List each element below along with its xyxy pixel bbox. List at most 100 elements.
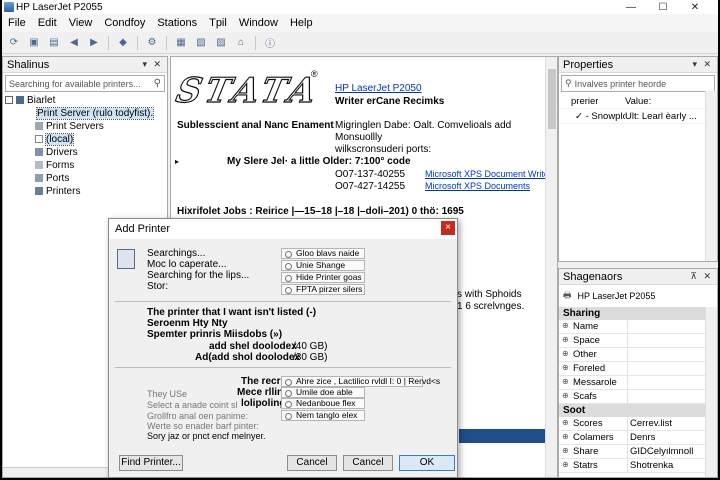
tree-root[interactable]: Biarlet [5,94,167,107]
tree-item-local[interactable]: (local) [5,133,167,146]
tree-item-label: Print Server (rulo todyfist). [35,107,155,120]
settings-icon[interactable]: ⚙ [145,36,159,50]
menu-help[interactable]: Help [284,17,319,29]
search-option-4[interactable]: FPTA pirzer silers [281,284,365,295]
prop-row[interactable]: Foreled [559,362,717,376]
tree-item-label: Ports [46,173,70,184]
copy-icon[interactable]: ▧ [194,36,208,50]
scrollbar-thumb[interactable] [548,69,556,129]
tree-item-label: Printers [46,186,81,197]
ok-button[interactable]: OK [399,455,455,471]
minimize-button[interactable]: — [616,0,646,14]
tree-item-ports[interactable]: Ports [5,172,167,185]
tree-item-print-server[interactable]: Print Server (rulo todyfist). [5,107,167,120]
dialog-title-bar: Add Printer × [109,219,457,239]
pin-icon[interactable]: ▾ ✕ [692,59,713,70]
menu-config[interactable]: Condfoy [98,17,151,29]
toolbar-separator [255,35,256,50]
product-link[interactable]: HP LaserJet P2050 [335,83,422,94]
xps-documents-link[interactable]: Microsoft XPS Documents [425,181,530,191]
form-icon [35,161,43,169]
menu-window[interactable]: Window [233,17,284,29]
tree-item-printers[interactable]: Printers [5,185,167,198]
pin-icon[interactable]: ⊼ ✕ [690,271,713,282]
properties-scrollbar[interactable] [705,91,717,261]
search-option-2[interactable]: Unie Shange [281,260,365,271]
diamond-icon[interactable]: ◆ [116,36,130,50]
group-label: Sharing [563,308,601,319]
xps-writer-link[interactable]: Microsoft XPS Document Writer [425,169,552,179]
disk1-value: /40 GB) [293,341,328,352]
vertical-scrollbar[interactable] [545,57,557,477]
not-listed-link[interactable]: The printer that I want isn't listed (-) [147,307,316,318]
forward-icon[interactable]: ▶ [87,36,101,50]
back-icon[interactable]: ◀ [67,36,81,50]
cancel-button-2[interactable]: Cancel [343,455,393,471]
tree-item-drivers[interactable]: Drivers [5,146,167,159]
pin-icon[interactable]: ▾ ✕ [142,59,163,70]
menu-view[interactable]: View [63,17,99,29]
dialog-close-button[interactable]: × [441,221,455,235]
tree-root-label: Biarlet [27,95,56,106]
prop-row[interactable]: ShareGIDCelyılmnoll [559,445,717,459]
prop-key: Scafs [559,391,627,402]
prop-row[interactable]: ScoresCerrev.list [559,417,717,431]
tree-item-forms[interactable]: Forms [5,159,167,172]
tree-item-print-servers[interactable]: Print Servers [5,120,167,133]
prop-row[interactable]: Messarole [559,376,717,390]
property-key-header: prerier [571,95,599,107]
note-text: My Slere Jel· a little Older: 7:100° cod… [227,156,411,167]
properties-search-placeholder: Invalves printer heorde [574,78,667,89]
search-option-1[interactable]: Gloo blavs naide [281,248,365,259]
prop-key: Scores [559,418,627,429]
group-label: Soot [563,405,586,416]
home-icon[interactable]: ⌂ [234,36,248,50]
document-icon[interactable]: ▦ [174,36,188,50]
prop-row[interactable]: Space [559,334,717,348]
mece-option[interactable]: Umile doe able [281,387,365,398]
stata-logo: STATA [172,70,324,111]
disk2-value: /30 GB) [293,352,328,363]
prop-row[interactable]: Name [559,320,717,334]
recip-option[interactable]: Ahre zice , Lactilico rvldl I: 0 | Rervd… [281,376,440,387]
prop-row[interactable]: Scafs [559,390,717,404]
prop-key: Colamers [559,432,627,443]
prop-value: Cerrev.list [627,417,717,430]
menu-edit[interactable]: Edit [32,17,63,29]
cancel-button[interactable]: Cancel [287,455,337,471]
maximize-button[interactable]: ☐ [648,0,678,14]
server-icon[interactable]: ▤ [47,36,61,50]
group-sharing[interactable]: Sharing [559,307,717,320]
properties-column-header: prerier Value: [559,94,717,109]
find-printer-button[interactable]: Find Printer... [119,455,183,471]
prop-row[interactable]: StatrsShotrenka [559,459,717,473]
menu-file[interactable]: File [2,17,32,29]
refresh-icon[interactable]: ⟳ [7,36,21,50]
collapse-icon[interactable] [5,96,13,104]
image-icon[interactable]: ▨ [214,36,228,50]
info-icon[interactable]: ⓘ [263,36,277,50]
search-icon[interactable]: ⚲ [154,78,161,89]
option-4[interactable]: Nem tanglo elex [281,410,365,421]
menu-stations[interactable]: Stations [151,17,203,29]
menu-tools[interactable]: Tpil [203,17,233,29]
property-value-header: Value: [625,95,652,107]
close-window-button[interactable]: ✕ [680,0,710,14]
toolbar: ⟳ ▣ ▤ ◀ ▶ ◆ ⚙ ▦ ▧ ▨ ⌂ ⓘ [2,32,718,54]
property-row[interactable]: ✓ - Snowplcme Ult: Learl èarly ... [559,109,717,124]
expand-icon[interactable] [35,135,43,143]
hint-2: Select a anade coint sl [147,400,238,410]
bullet-icon: ▸ [175,157,180,166]
shagenaors-scrollbar[interactable] [705,307,717,477]
product-subtitle: Writer erCane Recimks [335,96,445,107]
lolipoling-option[interactable]: Nedanboue flex [281,398,365,409]
app-window: HP LaserJet P2055 — ☐ ✕ File Edit View C… [2,0,718,478]
group-soot[interactable]: Soot [559,404,717,417]
printer-search-input[interactable]: Searching for available printers... ⚲ [5,75,165,92]
connect-icon[interactable]: ▣ [27,36,41,50]
prop-row[interactable]: Other [559,348,717,362]
properties-panel: Properties ▾ ✕ ⚲ Invalves printer heorde… [558,56,718,262]
properties-search-input[interactable]: ⚲ Invalves printer heorde [561,75,715,92]
prop-row[interactable]: ColamersDenrs [559,431,717,445]
search-option-3[interactable]: Hide Printer goas [281,272,365,283]
